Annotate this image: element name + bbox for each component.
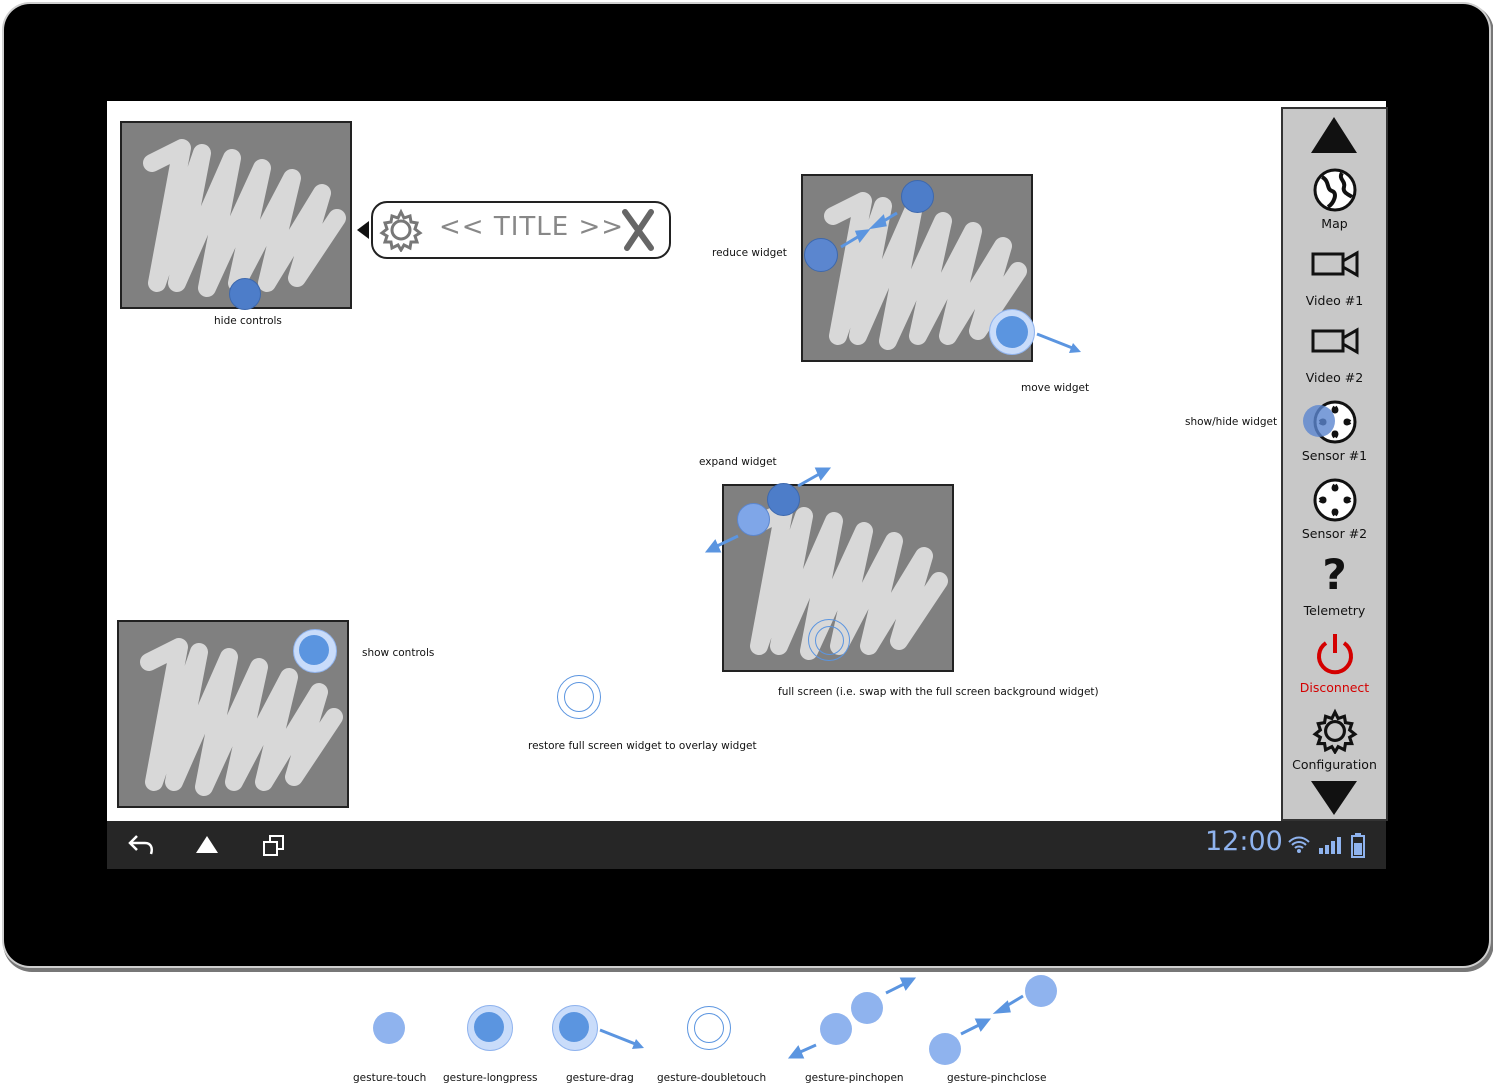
sidebar-item-configuration[interactable]: Configuration	[1283, 708, 1386, 774]
question-mark-icon: ?	[1322, 550, 1347, 599]
legend-touch-icon	[373, 1012, 405, 1044]
sidebar-item-label: Map	[1321, 216, 1348, 231]
expand-widget-note: expand widget	[699, 456, 777, 468]
legend-pinchclose-label: gesture-pinchclose	[947, 1072, 1047, 1084]
sidebar-item-label: Sensor #1	[1301, 448, 1368, 463]
legend-pinchopen-label: gesture-pinchopen	[805, 1072, 904, 1084]
legend-longpress-inner	[474, 1012, 504, 1042]
system-nav-bar: 12:00	[107, 821, 1386, 869]
video-camera-icon	[1311, 250, 1359, 278]
sidebar-item-sensor-1[interactable]: Sensor #1	[1283, 399, 1386, 465]
sidebar-item-video-2[interactable]: Video #2	[1283, 324, 1386, 388]
video-camera-icon	[1311, 327, 1359, 355]
pinch-open-arrows	[704, 467, 832, 553]
wifi-icon	[1288, 836, 1310, 853]
widget-title-bar: << TITLE >>	[371, 201, 671, 259]
legend-drag-arrow	[599, 1028, 644, 1049]
widget-title: << TITLE >>	[439, 212, 625, 242]
back-icon[interactable]	[127, 833, 157, 857]
legend-drag-inner	[559, 1012, 589, 1042]
sidebar-item-telemetry[interactable]: ? Telemetry	[1283, 550, 1386, 620]
move-widget-note: move widget	[1021, 382, 1090, 394]
sidebar-item-map[interactable]: Map	[1283, 167, 1386, 233]
touch-gesture-marker	[229, 278, 261, 310]
gear-icon	[1312, 708, 1358, 754]
sensor-icon	[1313, 478, 1357, 522]
full-screen-note: full screen (i.e. swap with the full scr…	[778, 686, 1099, 698]
sidebar-item-sensor-2[interactable]: Sensor #2	[1283, 477, 1386, 543]
drag-marker-inner	[996, 316, 1028, 348]
status-clock: 12:00	[1205, 826, 1283, 857]
legend-pinchopen-arrows	[787, 977, 916, 1059]
sidebar-item-label: Disconnect	[1299, 680, 1370, 695]
recent-apps-icon[interactable]	[262, 833, 288, 859]
sidebar-item-label: Sensor #2	[1301, 526, 1368, 541]
restore-double-touch-marker-inner	[564, 682, 594, 712]
sidebar-item-label: Telemetry	[1303, 603, 1366, 618]
battery-icon	[1351, 833, 1365, 858]
sidebar-item-disconnect[interactable]: Disconnect	[1283, 631, 1386, 697]
hide-controls-note: hide controls	[214, 315, 282, 327]
reduce-widget-note: reduce widget	[712, 247, 787, 259]
restore-note: restore full screen widget to overlay wi…	[528, 740, 757, 752]
legend-doubletouch-label: gesture-doubletouch	[657, 1072, 767, 1084]
widget-sidebar: Map Video #1 Video #2 Sensor #1 Sensor #…	[1281, 107, 1388, 821]
sidebar-item-label: Video #2	[1305, 370, 1364, 385]
legend-touch-label: gesture-touch	[353, 1072, 427, 1084]
scroll-down-arrow-icon[interactable]	[1311, 781, 1357, 815]
power-icon	[1317, 634, 1353, 675]
show-controls-note: show controls	[362, 647, 435, 659]
double-touch-marker-inner	[815, 626, 844, 655]
close-icon[interactable]	[619, 208, 659, 252]
legend-pinchclose-arrows	[960, 994, 1024, 1036]
signal-icon	[1319, 837, 1341, 854]
show-hide-widget-note: show/hide widget	[1185, 416, 1278, 428]
drag-arrow	[1036, 332, 1081, 353]
globe-icon	[1313, 168, 1357, 212]
longpress-marker-inner	[299, 635, 329, 665]
legend-doubletouch-inner	[694, 1013, 724, 1043]
popup-pointer	[357, 221, 369, 239]
home-icon[interactable]	[196, 836, 218, 853]
gear-icon[interactable]	[379, 208, 423, 252]
scroll-up-arrow-icon[interactable]	[1311, 117, 1357, 153]
pinch-close-arrows	[840, 211, 898, 249]
sidebar-item-label: Video #1	[1305, 293, 1364, 308]
legend-drag-label: gesture-drag	[566, 1072, 634, 1084]
sidebar-item-label: Configuration	[1292, 757, 1377, 772]
legend-longpress-label: gesture-longpress	[443, 1072, 538, 1084]
sidebar-item-video-1[interactable]: Video #1	[1283, 247, 1386, 311]
tap-gesture-marker	[1303, 405, 1335, 437]
app-screen: hide controls << TITLE >> reduce widget …	[107, 101, 1386, 821]
